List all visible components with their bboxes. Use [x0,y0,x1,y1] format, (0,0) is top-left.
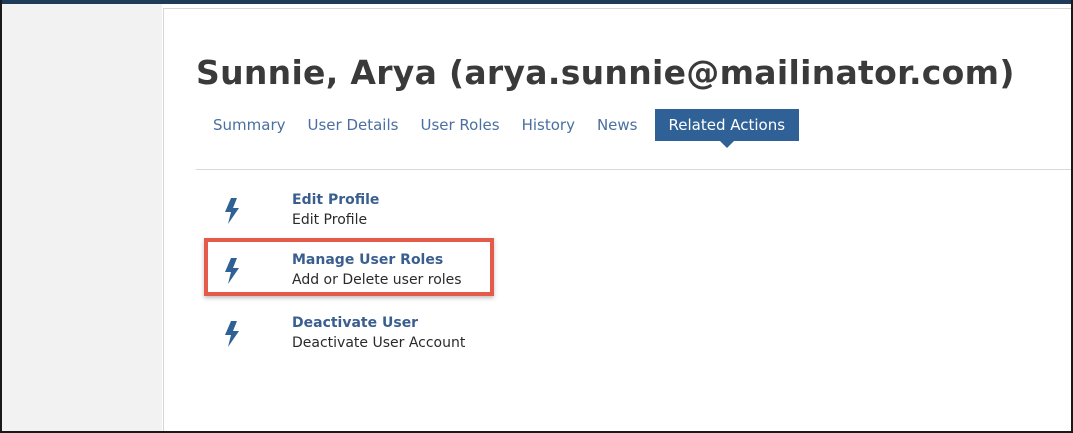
lightning-bolt-icon [225,321,239,347]
tab-user-roles[interactable]: User Roles [409,109,510,141]
tab-news[interactable]: News [586,109,649,141]
tab-summary[interactable]: Summary [202,109,297,141]
tab-user-details[interactable]: User Details [297,109,410,141]
page-title: Sunnie, Arya (arya.sunnie@mailinator.com… [196,53,1015,92]
action-link-edit-profile[interactable]: Edit Profile [292,192,379,208]
left-sidebar [2,0,162,431]
left-topbar [2,0,162,4]
highlight-annotation [204,238,494,296]
main-panel: Sunnie, Arya (arya.sunnie@mailinator.com… [163,8,1071,431]
app-frame: Sunnie, Arya (arya.sunnie@mailinator.com… [0,0,1073,433]
action-link-deactivate-user[interactable]: Deactivate User [292,315,418,331]
tab-related-actions[interactable]: Related Actions [654,109,800,148]
tab-history[interactable]: History [511,109,586,141]
tab-bar: Summary User Details User Roles History … [202,109,800,148]
main-topbar [162,0,1071,4]
tab-divider [196,169,1071,170]
action-description: Deactivate User Account [292,335,466,351]
action-description: Edit Profile [292,212,368,228]
lightning-bolt-icon [225,198,239,224]
